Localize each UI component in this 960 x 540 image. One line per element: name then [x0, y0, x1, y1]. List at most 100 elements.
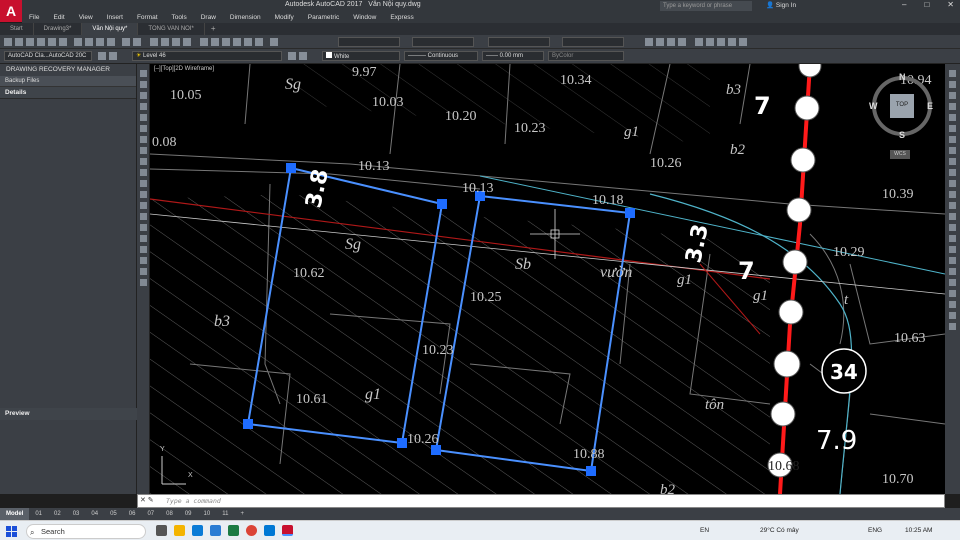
fillet-icon[interactable]	[949, 224, 956, 231]
publish-icon[interactable]	[59, 38, 67, 46]
store-icon[interactable]	[264, 525, 275, 536]
view-tool-icon[interactable]	[695, 38, 703, 46]
rectangle-icon[interactable]	[140, 114, 147, 121]
tab-layout-07[interactable]: 07	[141, 508, 160, 520]
help-icon[interactable]	[270, 38, 278, 46]
tab-tong-van-noi[interactable]: TONG VAN NOI*	[138, 23, 205, 35]
ellipse-arc-icon[interactable]	[140, 180, 147, 187]
tab-layout-01[interactable]: 01	[29, 508, 48, 520]
pan-icon[interactable]	[150, 38, 158, 46]
modify-tool-icon[interactable]	[949, 268, 956, 275]
redo-icon[interactable]	[133, 38, 141, 46]
menu-window[interactable]: Window	[346, 12, 383, 23]
menu-edit[interactable]: Edit	[46, 12, 71, 23]
layer-previous-icon[interactable]	[299, 52, 307, 60]
viewcube-west[interactable]: W	[869, 101, 878, 111]
input-language[interactable]: ENG	[868, 527, 882, 534]
viewcube-south[interactable]: S	[899, 130, 905, 140]
paste-icon[interactable]	[96, 38, 104, 46]
layer-properties-icon[interactable]	[98, 52, 106, 60]
sheet-set-icon[interactable]	[233, 38, 241, 46]
make-current-icon[interactable]	[288, 52, 296, 60]
language-indicator[interactable]: EN	[700, 527, 709, 534]
insert-block-icon[interactable]	[140, 191, 147, 198]
drawing-canvas[interactable]: 9.97 10.34 10.94 10.05 10.03 Sg b3 7 10.…	[150, 64, 945, 494]
menu-view[interactable]: View	[72, 12, 100, 23]
array-icon[interactable]	[949, 114, 956, 121]
workspace-combo[interactable]: AutoCAD Cla...AutoCAD 20C	[4, 51, 92, 61]
backup-files-row[interactable]: Backup Files	[0, 76, 136, 87]
viewcube-north[interactable]: N	[899, 72, 906, 82]
edge-icon[interactable]	[192, 525, 203, 536]
extend-icon[interactable]	[949, 180, 956, 187]
sign-in-button[interactable]: 👤 Sign In	[766, 1, 796, 9]
taskbar-search[interactable]: Search	[26, 524, 146, 539]
multileader-style-combo[interactable]	[562, 37, 624, 47]
spline-icon[interactable]	[140, 158, 147, 165]
open-icon[interactable]	[15, 38, 23, 46]
line-icon[interactable]	[140, 70, 147, 77]
zoom-window-icon[interactable]	[172, 38, 180, 46]
lineweight-combo[interactable]: —— 0.00 mm	[482, 51, 544, 61]
layer-state-icon[interactable]	[109, 52, 117, 60]
layer-tool-icon[interactable]	[678, 38, 686, 46]
excel-icon[interactable]	[228, 525, 239, 536]
tab-layout-04[interactable]: 04	[85, 508, 104, 520]
preview-section[interactable]: Preview	[0, 408, 137, 420]
modify-tool-icon[interactable]	[949, 290, 956, 297]
point-icon[interactable]	[140, 213, 147, 220]
autocad-taskbar-icon[interactable]	[282, 525, 293, 536]
viewcube-east[interactable]: E	[927, 101, 933, 111]
tab-model[interactable]: Model	[0, 508, 30, 520]
file-explorer-icon[interactable]	[174, 525, 185, 536]
text-style-combo[interactable]	[338, 37, 400, 47]
tab-layout-11[interactable]: 11	[216, 508, 234, 520]
modify-tool-icon[interactable]	[949, 312, 956, 319]
gradient-icon[interactable]	[140, 235, 147, 242]
add-selected-icon[interactable]	[140, 279, 147, 286]
modify-tool-icon[interactable]	[949, 279, 956, 286]
view-tool-icon[interactable]	[717, 38, 725, 46]
viewport-controls[interactable]: [–][Top][2D Wireframe]	[154, 66, 214, 72]
explode-icon[interactable]	[949, 235, 956, 242]
menu-modify[interactable]: Modify	[268, 12, 301, 23]
weather-widget[interactable]: 29°C Có mây	[760, 527, 799, 534]
new-layout-button[interactable]: +	[234, 508, 250, 520]
view-tool-icon[interactable]	[728, 38, 736, 46]
calculator-icon[interactable]	[255, 38, 263, 46]
tab-layout-05[interactable]: 05	[104, 508, 123, 520]
modify-tool-icon[interactable]	[949, 257, 956, 264]
menu-draw[interactable]: Draw	[194, 12, 223, 23]
menu-format[interactable]: Format	[130, 12, 165, 23]
mtext-icon[interactable]	[140, 268, 147, 275]
command-line-buttons[interactable]: ✕ ✎	[140, 496, 154, 504]
windows-start-icon[interactable]	[6, 526, 17, 537]
tab-layout-03[interactable]: 03	[67, 508, 86, 520]
construction-line-icon[interactable]	[140, 81, 147, 88]
tool-palettes-icon[interactable]	[222, 38, 230, 46]
tab-layout-09[interactable]: 09	[179, 508, 198, 520]
modify-tool-icon[interactable]	[949, 246, 956, 253]
help-search-input[interactable]: Type a keyword or phrase	[660, 1, 752, 11]
menu-tools[interactable]: Tools	[165, 12, 194, 23]
mirror-icon[interactable]	[949, 92, 956, 99]
preview-icon[interactable]	[48, 38, 56, 46]
table-style-combo[interactable]	[488, 37, 550, 47]
tab-layout-08[interactable]: 08	[160, 508, 179, 520]
view-tool-icon[interactable]	[706, 38, 714, 46]
menu-dimension[interactable]: Dimension	[223, 12, 268, 23]
linetype-combo[interactable]: ——— Continuous	[404, 51, 478, 61]
tab-van-noi-quy[interactable]: Văn Nội quy*	[82, 23, 139, 35]
trim-icon[interactable]	[949, 169, 956, 176]
rotate-icon[interactable]	[949, 136, 956, 143]
tab-start[interactable]: Start	[0, 23, 34, 35]
region-icon[interactable]	[140, 246, 147, 253]
zoom-previous-icon[interactable]	[183, 38, 191, 46]
wcs-menu[interactable]: WCS	[890, 150, 910, 159]
modify-tool-icon[interactable]	[949, 301, 956, 308]
copy-icon[interactable]	[85, 38, 93, 46]
viewcube-top[interactable]: TOP	[891, 102, 913, 108]
minimize-button[interactable]: –	[902, 0, 906, 9]
menu-insert[interactable]: Insert	[100, 12, 130, 23]
arc-icon[interactable]	[140, 125, 147, 132]
